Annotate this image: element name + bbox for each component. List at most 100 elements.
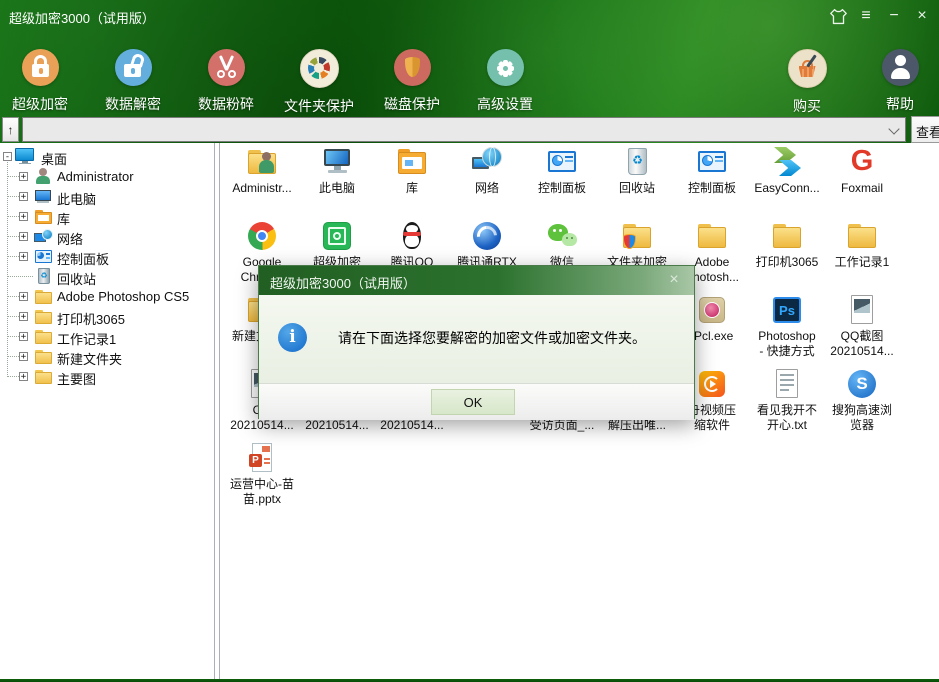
desktop-item[interactable]: 网络 <box>449 145 525 196</box>
wheel-icon <box>300 49 339 88</box>
toolbar-button-label: 数据解密 <box>105 94 161 114</box>
desktop-item[interactable]: 看见我开不开心.txt <box>749 367 825 433</box>
desktop-item-label: 览器 <box>850 418 874 433</box>
desktop-item[interactable]: QQ截图20210514... <box>824 293 900 359</box>
toolbar-button-label: 购买 <box>793 96 821 116</box>
computer-icon <box>320 145 354 179</box>
message-dialog: 超级加密3000（试用版） × i 请在下面选择您要解密的加密文件或加密文件夹。… <box>258 265 695 419</box>
desktop-item[interactable]: Ps Photoshop- 快捷方式 <box>749 293 825 359</box>
desktop-item[interactable]: 控制面板 <box>674 145 750 196</box>
chevron-down-icon[interactable] <box>888 123 899 134</box>
desktop-item-label: 20210514... <box>830 344 893 359</box>
desktop-item[interactable]: 控制面板 <box>524 145 600 196</box>
desktop-item[interactable]: G Foxmail <box>824 145 900 196</box>
sogou-icon: S <box>845 367 879 401</box>
desktop-item-label: Photoshop <box>758 329 815 344</box>
toolbar-advanced-settings-button[interactable]: 高级设置 <box>469 49 541 114</box>
desktop-item[interactable]: 文件夹加密 <box>599 219 675 270</box>
toolbar-data-decrypt-button[interactable]: 数据解密 <box>97 49 169 114</box>
dialog-titlebar: 超级加密3000（试用版） × <box>259 266 694 295</box>
desktop-item[interactable]: 工作记录1 <box>824 219 900 270</box>
desktop-item-label: 网络 <box>475 181 499 196</box>
video-icon <box>695 367 729 401</box>
toolbar-folder-protect-button[interactable]: 文件夹保护 <box>283 49 355 116</box>
recycle-icon: ♻ <box>620 145 654 179</box>
desktop-item[interactable]: 库 <box>374 145 450 196</box>
desktop-item[interactable]: ♻回收站 <box>599 145 675 196</box>
app-window: 超级加密3000（试用版） ≡ − × 超级加密数据解密数据粉碎文件夹保护磁盘保… <box>0 0 939 682</box>
library-icon <box>395 145 429 179</box>
desktop-item-label: - 快捷方式 <box>759 344 814 359</box>
desktop-item[interactable]: S搜狗高速浏览器 <box>824 367 900 433</box>
cpanel-icon <box>695 145 729 179</box>
cpanel-icon <box>545 145 579 179</box>
desktop-item-label: 控制面板 <box>688 181 736 196</box>
desktop-item[interactable]: P运营中心-苗苗.pptx <box>224 441 300 507</box>
desktop-item-label: 工作记录1 <box>835 255 890 270</box>
unlock-icon <box>115 49 152 86</box>
desktop-item[interactable]: 此电脑 <box>299 145 375 196</box>
folder-icon <box>845 219 879 253</box>
desktop-item[interactable]: 腾讯QQ <box>374 219 450 270</box>
desktop-item-label: 20210514... <box>230 418 293 433</box>
desktop-item-label: QQ截图 <box>841 329 884 344</box>
minimize-icon[interactable]: − <box>883 5 905 27</box>
path-combobox[interactable] <box>22 117 906 142</box>
toolbar-button-label: 帮助 <box>886 94 914 114</box>
desktop-item-label: Adobe <box>695 255 730 270</box>
window-title: 超级加密3000（试用版） <box>9 8 155 27</box>
dialog-message: 请在下面选择您要解密的加密文件或加密文件夹。 <box>338 328 646 348</box>
person-icon <box>882 49 919 86</box>
wechat-icon <box>545 219 579 253</box>
dialog-body: i 请在下面选择您要解密的加密文件或加密文件夹。 <box>259 295 694 383</box>
photoshop-icon: Ps <box>770 293 804 327</box>
desktop-item-label: 20210514... <box>305 418 368 433</box>
folder-icon <box>770 219 804 253</box>
shield-icon <box>394 49 431 86</box>
toolbar-button-label: 文件夹保护 <box>284 96 354 116</box>
desktop-item[interactable]: EasyConn... <box>749 145 825 196</box>
titlebar: 超级加密3000（试用版） ≡ − × <box>0 0 939 32</box>
desktop-item-label: 库 <box>406 181 418 196</box>
desktop-item-label: 受访页面_... <box>530 418 595 433</box>
desktop-item-label: 运营中心-苗 <box>230 477 294 492</box>
close-icon[interactable]: × <box>911 5 933 27</box>
ok-button[interactable]: OK <box>431 389 515 415</box>
desktop-item[interactable]: Administr... <box>224 145 300 196</box>
desktop-item-label: 舟视频压 <box>688 403 736 418</box>
toolbar-button-label: 磁盘保护 <box>384 94 440 114</box>
desktop-item-label: 此电脑 <box>319 181 355 196</box>
skin-icon[interactable] <box>827 5 849 27</box>
toolbar-data-shred-button[interactable]: 数据粉碎 <box>190 49 262 114</box>
toolbar-super-encrypt-button[interactable]: 超级加密 <box>4 49 76 114</box>
chrome-icon <box>245 219 279 253</box>
desktop-item[interactable]: 微信 <box>524 219 600 270</box>
desktop-item[interactable]: 腾讯通RTX <box>449 219 525 270</box>
menu-icon[interactable]: ≡ <box>855 5 877 27</box>
foxmail-icon: G <box>845 145 879 179</box>
desktop-item[interactable]: 打印机3065 <box>749 219 825 270</box>
desktop-item-label: EasyConn... <box>754 181 819 196</box>
info-icon: i <box>278 323 307 352</box>
desktop-item-label: 缩软件 <box>694 418 730 433</box>
folder-icon <box>695 219 729 253</box>
scissors-icon <box>208 49 245 86</box>
toolbar-buy-button[interactable]: 购买 <box>771 49 843 116</box>
toolbar-help-button[interactable]: 帮助 <box>864 49 936 114</box>
toolbar-button-label: 高级设置 <box>477 94 533 114</box>
desktop-item-label: 打印机3065 <box>756 255 819 270</box>
desktop-item-label: tPcl.exe <box>691 329 734 344</box>
dialog-close-icon[interactable]: × <box>664 270 684 290</box>
desktop-item-label: 看见我开不 <box>757 403 817 418</box>
qq-icon <box>395 219 429 253</box>
desktop-item-label: 20210514... <box>380 418 443 433</box>
desktop-item[interactable]: 超级加密 <box>299 219 375 270</box>
easyconnect-icon <box>770 145 804 179</box>
up-button[interactable]: ↑ <box>2 117 19 142</box>
toolbar-disk-protect-button[interactable]: 磁盘保护 <box>376 49 448 114</box>
txt-icon <box>770 367 804 401</box>
basket-icon <box>788 49 827 88</box>
view-button[interactable]: 查看 <box>911 116 939 143</box>
desktop-item-label: Foxmail <box>841 181 883 196</box>
safe-icon <box>320 219 354 253</box>
